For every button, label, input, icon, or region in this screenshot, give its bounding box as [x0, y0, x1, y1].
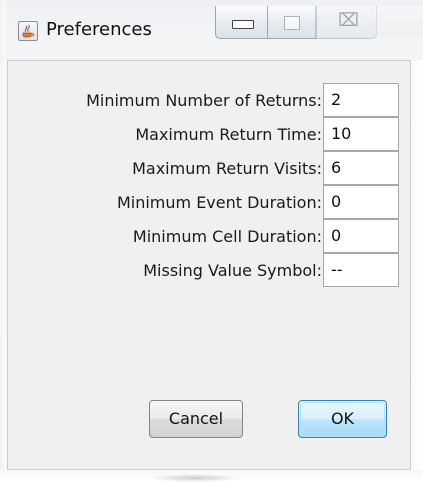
min-returns-input[interactable]: 2 — [323, 83, 399, 117]
min-cell-duration-label: Minimum Cell Duration: — [132, 227, 322, 246]
field-row-missing-value-symbol: Missing Value Symbol: -- — [8, 253, 412, 289]
window-frame-left — [0, 0, 6, 470]
field-row-max-return-time: Maximum Return Time: 10 — [8, 117, 412, 153]
close-icon: ⌧ — [338, 10, 359, 31]
preferences-dialog: Preferences ⌧ Minimum Number of Returns:… — [0, 0, 423, 482]
min-event-duration-input[interactable]: 0 — [323, 185, 399, 219]
missing-value-symbol-input[interactable]: -- — [323, 253, 399, 287]
min-event-duration-label: Minimum Event Duration: — [116, 193, 322, 212]
ok-button-label: OK — [330, 409, 355, 428]
maximize-button[interactable] — [267, 6, 317, 39]
close-button[interactable]: ⌧ — [315, 6, 377, 39]
min-cell-duration-input[interactable]: 0 — [323, 219, 399, 253]
window-frame-right — [411, 60, 423, 470]
maximize-icon — [284, 16, 300, 30]
window-title: Preferences — [46, 19, 152, 40]
minimize-button[interactable] — [215, 6, 269, 39]
field-row-min-returns: Minimum Number of Returns: 2 — [8, 83, 412, 119]
field-row-max-return-visits: Maximum Return Visits: 6 — [8, 151, 412, 187]
min-returns-label: Minimum Number of Returns: — [86, 91, 322, 110]
taskbar-shadow — [150, 474, 240, 482]
minimize-icon — [232, 20, 254, 29]
max-return-time-input[interactable]: 10 — [323, 117, 399, 151]
ok-button[interactable]: OK — [298, 400, 387, 438]
cancel-button[interactable]: Cancel — [149, 400, 243, 438]
max-return-visits-input[interactable]: 6 — [323, 151, 399, 185]
java-cup-icon — [18, 21, 38, 41]
field-row-min-cell-duration: Minimum Cell Duration: 0 — [8, 219, 412, 255]
caption-fade — [375, 6, 423, 38]
preferences-form: Minimum Number of Returns: 2 Maximum Ret… — [7, 60, 411, 470]
max-return-time-label: Maximum Return Time: — [135, 125, 322, 144]
max-return-visits-label: Maximum Return Visits: — [132, 159, 322, 178]
title-bar[interactable]: Preferences ⌧ — [0, 0, 423, 60]
missing-value-symbol-label: Missing Value Symbol: — [143, 261, 322, 280]
caption-buttons: ⌧ — [215, 6, 423, 44]
field-row-min-event-duration: Minimum Event Duration: 0 — [8, 185, 412, 221]
